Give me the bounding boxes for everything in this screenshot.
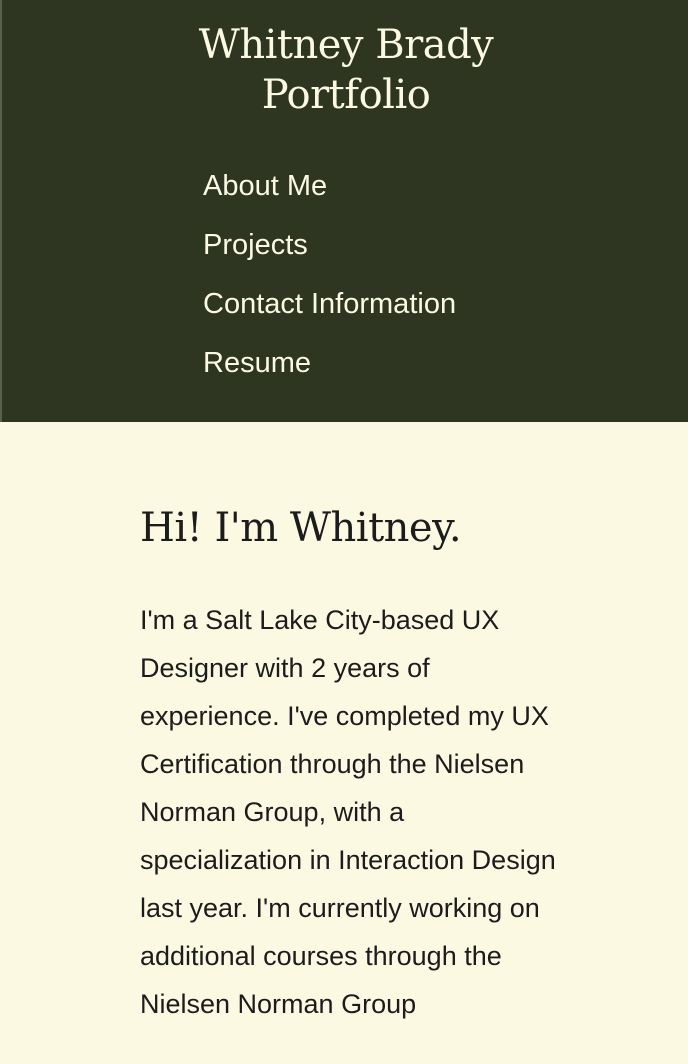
main-nav: About Me Projects Contact Information Re… xyxy=(203,164,456,400)
site-title-line2: Portfolio xyxy=(261,72,431,118)
nav-item-contact-information[interactable]: Contact Information xyxy=(203,282,456,341)
bio-paragraph: I'm a Salt Lake City-based UX Designer w… xyxy=(140,605,556,1019)
nav-item-projects[interactable]: Projects xyxy=(203,223,456,282)
greeting-heading: Hi! I'm Whitney. xyxy=(140,505,462,551)
nav-item-about-me[interactable]: About Me xyxy=(203,164,456,223)
site-title-line1: Whitney Brady xyxy=(198,22,494,68)
nav-item-resume[interactable]: Resume xyxy=(203,341,456,400)
site-header: Whitney Brady Portfolio About Me Project… xyxy=(0,0,688,422)
main-content: Hi! I'm Whitney. I'm a Salt Lake City-ba… xyxy=(0,422,688,1064)
site-title: Whitney Brady Portfolio xyxy=(2,20,688,120)
